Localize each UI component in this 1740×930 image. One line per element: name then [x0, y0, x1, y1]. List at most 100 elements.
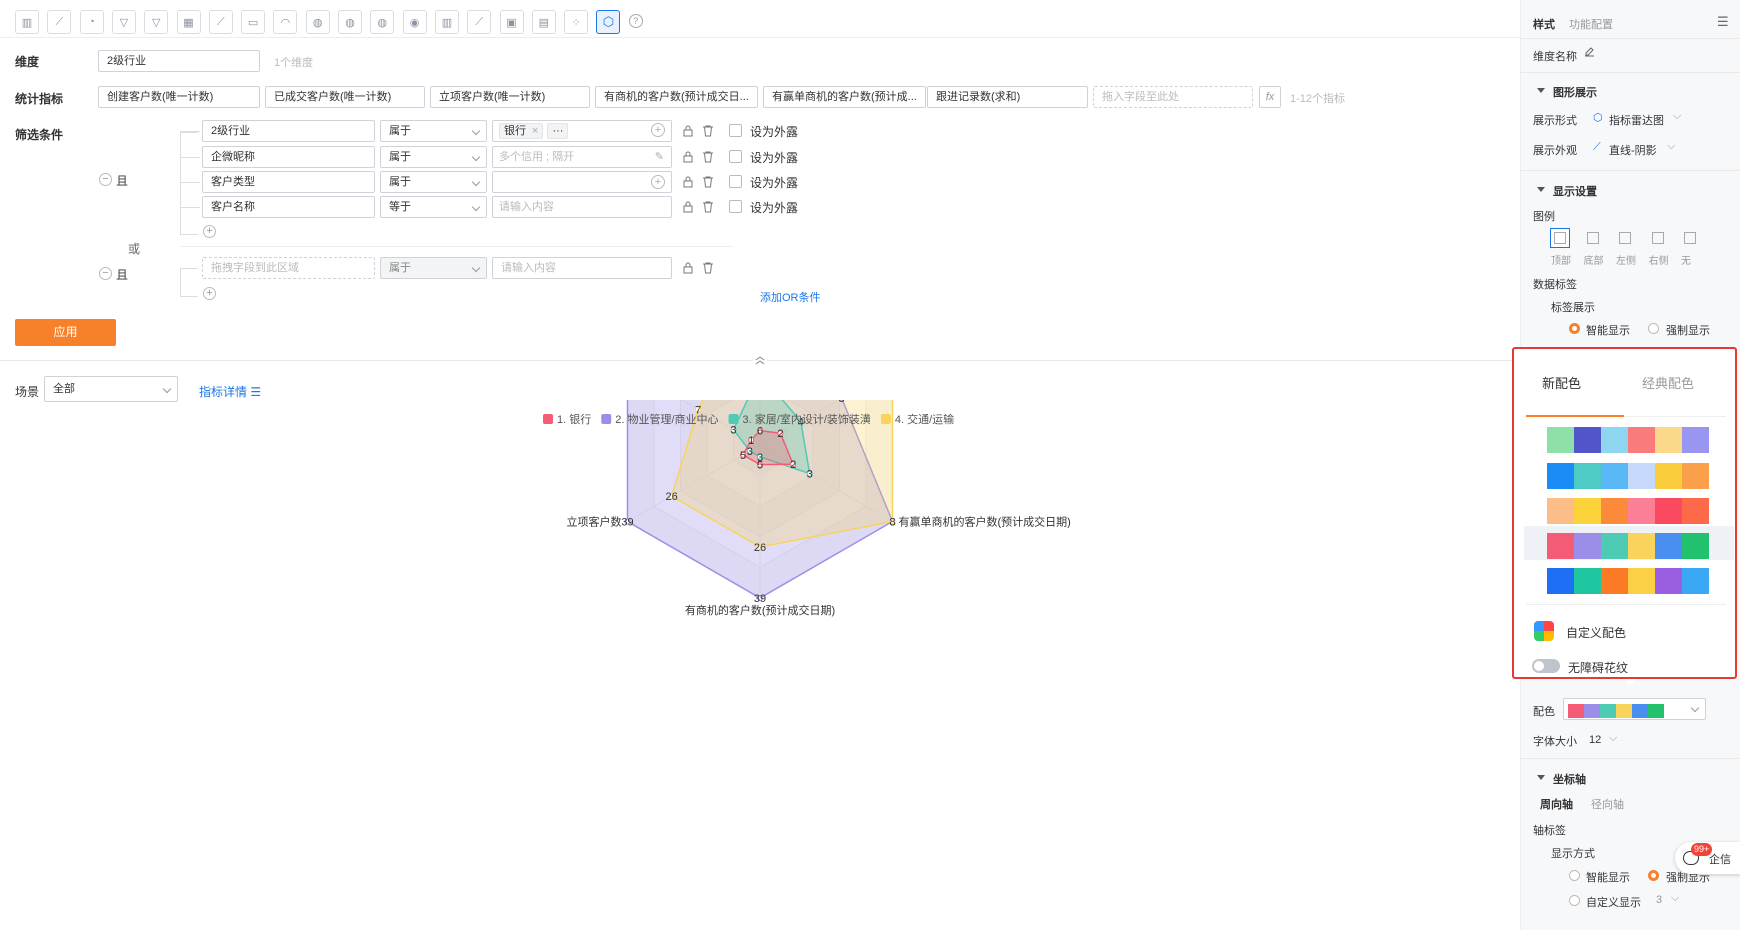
filter-field[interactable]: 企微昵称 — [202, 146, 375, 168]
tab-classic-colors[interactable]: 经典配色 — [1642, 349, 1694, 419]
chart-type-button[interactable]: ▤ — [531, 10, 556, 34]
chevron-down-icon[interactable]: ⌵ — [1673, 110, 1681, 123]
chart-type-button[interactable]: ◠ — [273, 10, 298, 34]
legend-option-icon[interactable] — [1680, 228, 1700, 248]
legend-option-icon[interactable] — [1648, 228, 1668, 248]
palette-option[interactable] — [1547, 498, 1709, 524]
axis-tab-circumferential[interactable]: 周向轴 — [1540, 796, 1573, 812]
group2-field-drop[interactable]: 拖拽字段到此区域 — [202, 257, 375, 279]
group2-value-input[interactable]: 请输入内容 — [492, 257, 672, 279]
chart-type-button[interactable]: ▥ — [434, 10, 459, 34]
apply-button[interactable]: 应用 — [15, 319, 116, 346]
add-circle-icon[interactable]: + — [651, 175, 665, 189]
tab-style[interactable]: 样式 — [1533, 16, 1555, 32]
custom-color-link[interactable]: 自定义配色 — [1566, 624, 1626, 641]
palette-option[interactable] — [1547, 568, 1709, 594]
radar-chart-button[interactable]: ⬡ — [596, 10, 621, 34]
collapse-up-icon[interactable] — [753, 354, 767, 366]
chart-type-button[interactable]: ▽ — [144, 10, 169, 34]
chat-float-button[interactable]: 99+ 企信 — [1675, 842, 1740, 874]
filter-operator-select[interactable]: 属于 — [380, 146, 487, 168]
more-tags[interactable]: ··· — [547, 123, 569, 139]
metric-drop-zone[interactable]: 拖入字段至此处 — [1093, 86, 1253, 108]
external-checkbox[interactable] — [729, 124, 742, 137]
add-condition-icon-2[interactable]: + — [203, 287, 216, 300]
chart-type-button[interactable]: ⁘ — [564, 10, 589, 34]
lock-icon[interactable] — [681, 175, 695, 189]
external-checkbox[interactable] — [729, 200, 742, 213]
lock-icon[interactable] — [681, 124, 695, 138]
chart-type-button[interactable]: ▥ — [15, 10, 39, 34]
filter-field[interactable]: 客户名称 — [202, 196, 375, 218]
external-checkbox[interactable] — [729, 175, 742, 188]
lock-icon[interactable] — [681, 200, 695, 214]
fx-button[interactable]: fx — [1259, 86, 1281, 108]
chevron-down-icon[interactable]: ⌵ — [1667, 140, 1675, 153]
chart-type-button[interactable]: ⟋ — [208, 10, 233, 34]
scene-select[interactable]: 全部 — [44, 376, 178, 402]
filter-value-input[interactable]: + — [492, 171, 672, 193]
filter-field[interactable]: 2级行业 — [202, 120, 375, 142]
dimension-field[interactable]: 2级行业 — [98, 50, 260, 72]
metric-field-6[interactable]: 跟进记录数(求和) — [927, 86, 1088, 108]
metric-field-2[interactable]: 已成交客户数(唯一计数) — [265, 86, 425, 108]
filter-operator-select[interactable]: 属于 — [380, 120, 487, 142]
add-circle-icon[interactable]: + — [651, 123, 665, 137]
delete-icon[interactable] — [701, 261, 715, 275]
metric-detail-link[interactable]: 指标详情 ☰ — [199, 383, 261, 400]
palette-option[interactable] — [1547, 427, 1709, 453]
legend-option-icon[interactable] — [1615, 228, 1635, 248]
add-or-condition-link[interactable]: 添加OR条件 — [760, 289, 821, 305]
font-size-value[interactable]: 12 — [1589, 734, 1601, 746]
edit-icon[interactable] — [1583, 45, 1596, 58]
tab-new-colors[interactable]: 新配色 — [1542, 349, 1581, 419]
edit-icon[interactable]: ✎ — [655, 147, 664, 167]
delete-icon[interactable] — [701, 124, 715, 138]
filter-operator-select[interactable]: 等于 — [380, 196, 487, 218]
chart-type-button[interactable]: ▭ — [241, 10, 266, 34]
caret-down-icon[interactable] — [1537, 775, 1545, 780]
lock-icon[interactable] — [681, 150, 695, 164]
axis-smart-radio[interactable] — [1569, 870, 1580, 881]
tab-config[interactable]: 功能配置 — [1569, 16, 1613, 32]
close-icon[interactable]: × — [532, 125, 538, 137]
collapse-and-icon-2[interactable]: − — [99, 267, 112, 280]
chart-type-button[interactable]: ▦ — [176, 10, 201, 34]
chevron-down-icon[interactable]: ⌵ — [1609, 732, 1617, 745]
palette-option[interactable] — [1547, 463, 1709, 489]
metric-field-4[interactable]: 有商机的客户数(预计成交日... — [595, 86, 758, 108]
metric-field-5[interactable]: 有赢单商机的客户数(预计成... — [763, 86, 926, 108]
pattern-toggle[interactable] — [1532, 659, 1560, 673]
group2-operator-select[interactable]: 属于 — [380, 257, 487, 279]
color-select[interactable] — [1563, 698, 1706, 720]
legend-option-icon[interactable] — [1583, 228, 1603, 248]
axis-force-radio[interactable] — [1648, 870, 1659, 881]
chart-type-button[interactable]: ◍ — [338, 10, 362, 34]
legend-option-icon[interactable] — [1550, 228, 1570, 248]
force-show-radio[interactable] — [1648, 323, 1659, 334]
collapse-panel-icon[interactable]: ☰ — [1717, 14, 1729, 30]
axis-custom-radio[interactable] — [1569, 895, 1580, 906]
chart-type-button[interactable]: ⟋ — [47, 10, 72, 34]
metric-field-1[interactable]: 创建客户数(唯一计数) — [98, 86, 260, 108]
delete-icon[interactable] — [701, 200, 715, 214]
caret-down-icon[interactable] — [1537, 187, 1545, 192]
chart-type-button[interactable]: ◍ — [370, 10, 395, 34]
lock-icon[interactable] — [681, 261, 695, 275]
smart-show-radio[interactable] — [1569, 323, 1580, 334]
filter-value-input[interactable]: 多个信用 ; 隔开 ✎ — [492, 146, 672, 168]
chart-type-button[interactable]: ⟋ — [467, 10, 492, 34]
display-form-value[interactable]: 指标雷达图 — [1609, 112, 1664, 128]
caret-down-icon[interactable] — [1537, 88, 1545, 93]
collapse-and-icon[interactable]: − — [99, 173, 112, 186]
axis-tab-radial[interactable]: 径向轴 — [1591, 796, 1624, 812]
chart-type-button[interactable]: ▣ — [499, 10, 524, 34]
metric-field-3[interactable]: 立项客户数(唯一计数) — [430, 86, 590, 108]
filter-value-input[interactable]: 请输入内容 — [492, 196, 672, 218]
palette-option[interactable] — [1547, 533, 1709, 559]
filter-operator-select[interactable]: 属于 — [380, 171, 487, 193]
chart-type-button[interactable]: ◔ — [79, 10, 104, 34]
chart-type-button[interactable]: ◍ — [305, 10, 330, 34]
delete-icon[interactable] — [701, 150, 715, 164]
chart-type-button[interactable]: ◉ — [402, 10, 427, 34]
